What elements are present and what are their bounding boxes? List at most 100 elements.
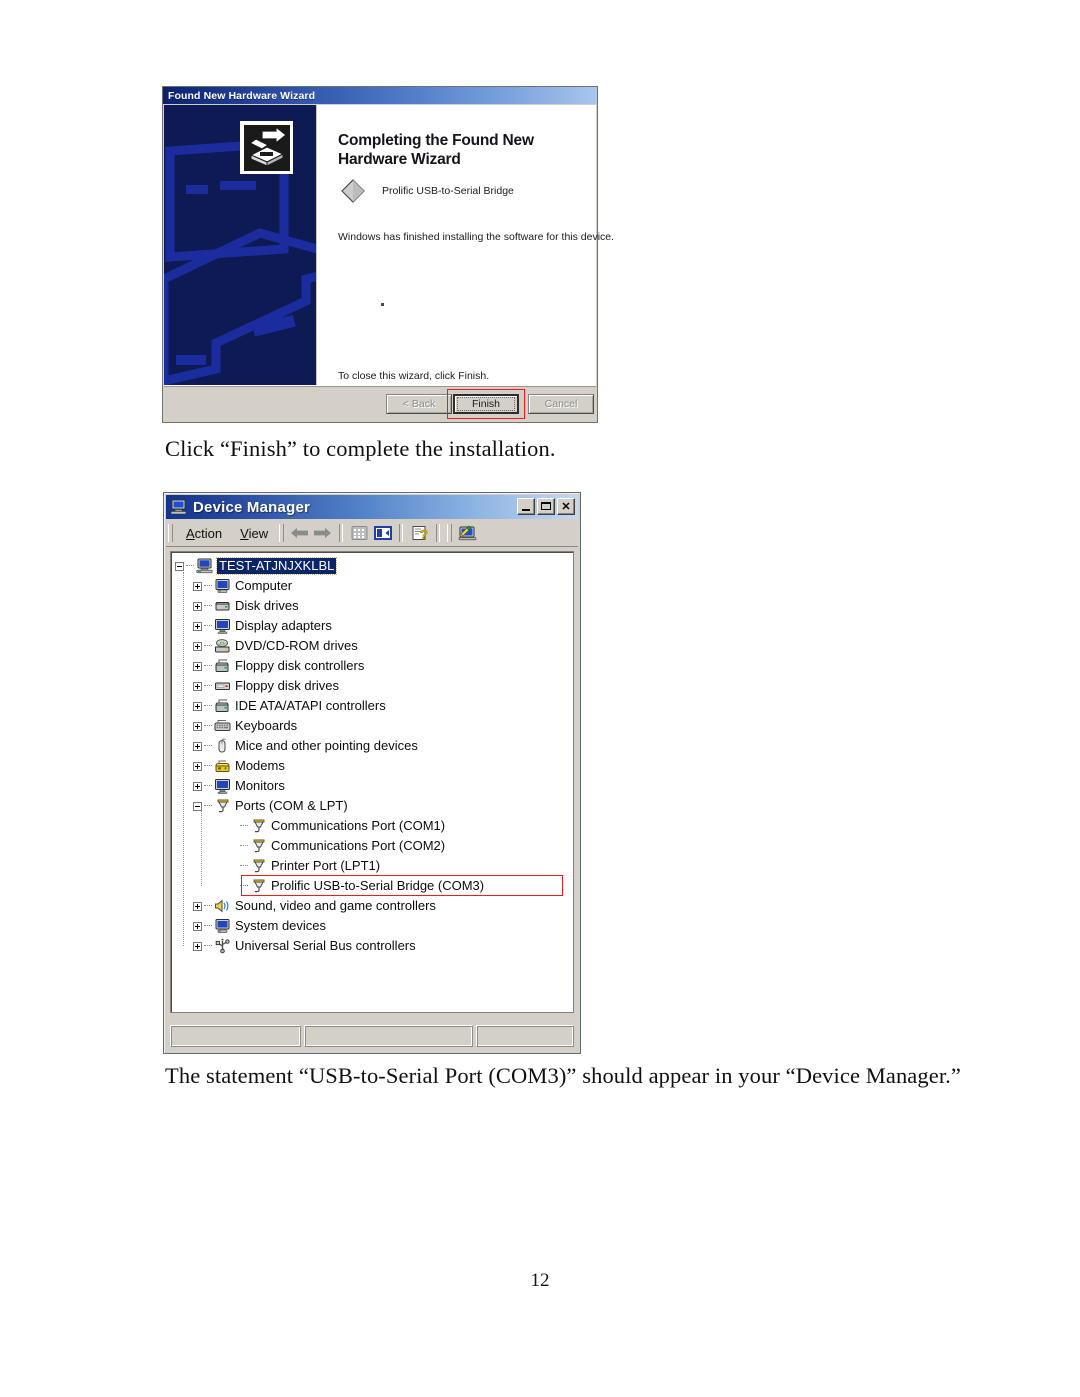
system-device-icon: [214, 918, 231, 934]
forward-arrow-icon[interactable]: [311, 522, 334, 544]
mouse-icon: [214, 738, 231, 754]
status-pane-2: [304, 1025, 473, 1047]
port-icon: [214, 798, 231, 814]
tree-item-printer-port-lpt1[interactable]: Printer Port (LPT1): [171, 856, 573, 876]
wizard-close-instruction: To close this wizard, click Finish.: [338, 370, 490, 382]
tree-connector: [204, 805, 212, 807]
tree-guide-ports: [201, 808, 203, 886]
tree-item-universal-serial-bus-controllers[interactable]: Universal Serial Bus controllers: [171, 936, 573, 956]
help-icon[interactable]: ?: [408, 522, 431, 544]
expand-plus-icon[interactable]: [193, 661, 202, 671]
caption-device-manager: The statement “USB-to-Serial Port (COM3)…: [165, 1063, 961, 1088]
tree-item-mice-and-other-pointing-devices[interactable]: Mice and other pointing devices: [171, 736, 573, 756]
expand-plus-icon[interactable]: [193, 641, 202, 651]
expand-plus-icon[interactable]: [193, 601, 202, 611]
properties-icon[interactable]: [348, 522, 371, 544]
cancel-button[interactable]: Cancel: [528, 394, 594, 414]
tree-item-label: Communications Port (COM2): [271, 838, 446, 853]
expand-plus-icon[interactable]: [193, 901, 202, 911]
device-manager-titlebar[interactable]: Device Manager ✕: [166, 495, 578, 519]
maximize-button[interactable]: [537, 498, 555, 515]
disk-drive-icon: [214, 598, 231, 614]
display-adapter-icon: [214, 618, 231, 634]
menu-view[interactable]: View: [231, 524, 277, 543]
hardware-install-icon: [243, 124, 290, 171]
finish-button[interactable]: Finish: [453, 394, 519, 414]
expand-plus-icon[interactable]: [193, 701, 202, 711]
ide-controller-icon: [214, 698, 231, 714]
tree-item-label: Monitors: [235, 778, 285, 793]
wizard-bullet-dot: [381, 303, 384, 306]
keyboard-icon: [214, 718, 231, 734]
wizard-heading: Completing the Found New Hardware Wizard: [338, 132, 534, 168]
tree-item-prolific-usb-to-serial-bridge-com3[interactable]: Prolific USB-to-Serial Bridge (COM3): [171, 876, 573, 896]
usb-controller-icon: [214, 938, 231, 954]
back-button[interactable]: < Back: [386, 394, 452, 414]
tree-item-modems[interactable]: Modems: [171, 756, 573, 776]
expand-plus-icon[interactable]: [193, 761, 202, 771]
tree-item-ide-ata-atapi-controllers[interactable]: IDE ATA/ATAPI controllers: [171, 696, 573, 716]
scan-for-hardware-changes-icon[interactable]: [456, 522, 479, 544]
device-manager-toolbar: Action View ?: [166, 520, 578, 547]
port-icon: [250, 858, 267, 874]
tree-connector: [240, 865, 248, 867]
tree-item-label: Computer: [235, 578, 293, 593]
tree-connector: [186, 565, 194, 567]
tree-item-sound-video-and-game-controllers[interactable]: Sound, video and game controllers: [171, 896, 573, 916]
expand-plus-icon[interactable]: [193, 941, 202, 951]
wizard-titlebar[interactable]: Found New Hardware Wizard: [163, 87, 597, 104]
tree-item-monitors[interactable]: Monitors: [171, 776, 573, 796]
minimize-button[interactable]: [517, 498, 535, 515]
show-hide-console-tree-icon[interactable]: [371, 522, 394, 544]
menu-action[interactable]: Action: [177, 524, 231, 543]
tree-connector: [204, 925, 212, 927]
monitor-icon: [214, 778, 231, 794]
tree-connector: [240, 885, 248, 887]
toolbar-grip-3[interactable]: [447, 524, 453, 542]
toolbar-separator-1: [339, 524, 344, 542]
tree-item-label: Display adapters: [235, 618, 332, 633]
tree-item-display-adapters[interactable]: Display adapters: [171, 616, 573, 636]
status-bar: [170, 1025, 574, 1047]
tree-item-keyboards[interactable]: Keyboards: [171, 716, 573, 736]
tree-item-label: Communications Port (COM1): [271, 818, 446, 833]
expand-plus-icon[interactable]: [193, 741, 202, 751]
tree-item-ports-com-lpt[interactable]: Ports (COM & LPT): [171, 796, 573, 816]
wizard-title-label: Found New Hardware Wizard: [168, 89, 316, 102]
svg-text:?: ?: [420, 527, 428, 541]
tree-item-system-devices[interactable]: System devices: [171, 916, 573, 936]
tree-item-dvd-cd-rom-drives[interactable]: DVD/CD-ROM drives: [171, 636, 573, 656]
computer-icon: [214, 578, 231, 594]
back-arrow-icon[interactable]: [288, 522, 311, 544]
tree-item-floppy-disk-drives[interactable]: Floppy disk drives: [171, 676, 573, 696]
expand-plus-icon[interactable]: [193, 681, 202, 691]
expand-plus-icon[interactable]: [193, 921, 202, 931]
toolbar-grip[interactable]: [168, 524, 173, 542]
tree-item-communications-port-com2[interactable]: Communications Port (COM2): [171, 836, 573, 856]
tree-item-floppy-disk-controllers[interactable]: Floppy disk controllers: [171, 656, 573, 676]
device-tree-panel[interactable]: TEST-ATJNJXKLBL Computer Disk drives Displa…: [170, 551, 574, 1013]
expand-plus-icon[interactable]: [193, 621, 202, 631]
tree-item-test-atjnjxklbl[interactable]: TEST-ATJNJXKLBL: [171, 556, 573, 576]
tree-item-disk-drives[interactable]: Disk drives: [171, 596, 573, 616]
close-button[interactable]: ✕: [557, 498, 575, 515]
collapse-minus-icon[interactable]: [175, 561, 184, 571]
toolbar-grip-2[interactable]: [279, 524, 285, 542]
tree-item-label: Printer Port (LPT1): [271, 858, 381, 873]
tree-guide-root: [183, 572, 185, 946]
wizard-device-row: Prolific USB-to-Serial Bridge: [339, 177, 514, 205]
tree-item-communications-port-com1[interactable]: Communications Port (COM1): [171, 816, 573, 836]
device-manager-window: Device Manager ✕ Action View ? TEST-ATJN…: [163, 492, 581, 1054]
tree-item-computer[interactable]: Computer: [171, 576, 573, 596]
expand-plus-icon[interactable]: [193, 721, 202, 731]
tree-item-label: DVD/CD-ROM drives: [235, 638, 358, 653]
tree-connector: [240, 825, 248, 827]
expand-plus-icon[interactable]: [193, 581, 202, 591]
generic-device-diamond-icon: [339, 177, 367, 205]
computer-node-icon: [196, 558, 213, 574]
wizard-content-pane: Completing the Found New Hardware Wizard…: [316, 105, 614, 387]
tree-item-label: IDE ATA/ATAPI controllers: [235, 698, 386, 713]
floppy-controller-icon: [214, 658, 231, 674]
expand-plus-icon[interactable]: [193, 781, 202, 791]
